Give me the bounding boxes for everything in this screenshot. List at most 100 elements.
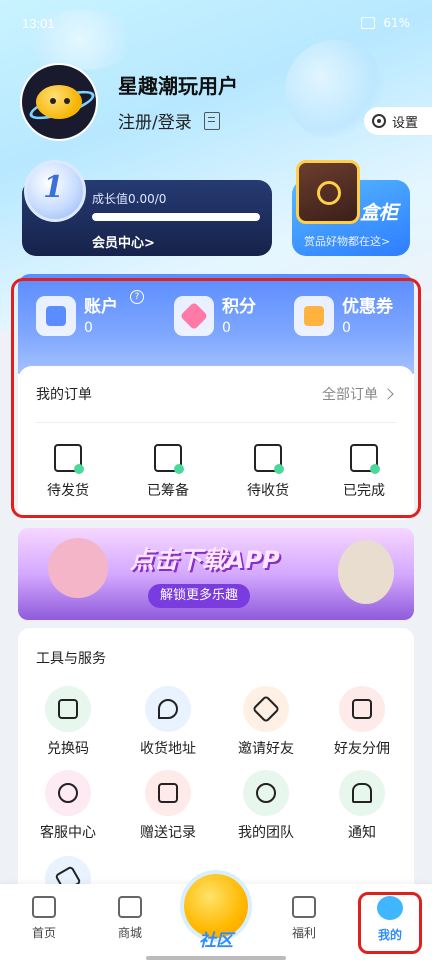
asset-label: 积分 — [222, 297, 256, 317]
shop-icon — [118, 896, 142, 918]
tool-redeem-code[interactable]: 兑换码 — [22, 686, 114, 758]
gift-heart-icon — [145, 770, 191, 816]
asset-value: 0 — [222, 320, 231, 336]
settings-button[interactable]: 设置 — [363, 107, 432, 135]
assets-summary: 账户 0 ? 积分 0 优惠券 0 — [18, 274, 414, 374]
settings-label: 设置 — [391, 115, 418, 131]
chevron-right-icon — [382, 388, 394, 400]
banner-subtitle: 解锁更多乐趣 — [148, 584, 251, 608]
tool-label: 赠送记录 — [140, 825, 196, 841]
avatar-planet — [36, 85, 82, 119]
team-icon — [243, 770, 289, 816]
wallet-icon — [339, 686, 385, 732]
bunny-figure — [338, 540, 394, 604]
tool-notifications[interactable]: 通知 — [316, 770, 408, 842]
safe-box-icon — [296, 160, 360, 224]
tab-shop[interactable]: 商城 — [100, 896, 160, 941]
order-pending-receipt[interactable]: 待收货 — [228, 444, 308, 500]
tool-customer-service[interactable]: 客服中心 — [22, 770, 114, 842]
box-icon — [254, 444, 284, 474]
download-app-banner[interactable]: 点击下载APP 解锁更多乐趣 — [18, 528, 414, 620]
tool-friend-commission[interactable]: 好友分佣 — [316, 686, 408, 758]
tab-label: 福利 — [291, 926, 316, 940]
copy-icon[interactable] — [203, 111, 220, 130]
orders-title: 我的订单 — [36, 387, 92, 403]
order-label: 待发货 — [47, 483, 89, 499]
bell-icon — [339, 770, 385, 816]
tools-title: 工具与服务 — [36, 651, 106, 667]
tab-me[interactable]: 我的 — [360, 896, 420, 943]
order-completed[interactable]: 已完成 — [324, 444, 404, 500]
tab-label: 我的 — [377, 928, 402, 942]
help-icon[interactable]: ? — [130, 290, 144, 304]
location-icon — [145, 686, 191, 732]
account-icon — [36, 296, 76, 336]
cabinet-subtitle: 赏品好物都在这> — [304, 235, 391, 248]
tool-label: 兑换码 — [47, 741, 89, 757]
tool-label: 通知 — [348, 825, 376, 841]
headset-icon — [45, 770, 91, 816]
tab-welfare[interactable]: 福利 — [274, 896, 334, 941]
coupon-icon — [294, 296, 334, 336]
asset-points[interactable]: 积分 0 — [174, 296, 256, 338]
home-icon — [32, 896, 56, 918]
tab-label: 商城 — [117, 926, 142, 940]
order-label: 已筹备 — [147, 483, 189, 499]
gift-icon — [292, 896, 316, 918]
asset-value: 0 — [84, 320, 93, 336]
bag-icon — [154, 444, 184, 474]
orders-section: 我的订单 全部订单 待发货 已筹备 待收货 已完成 — [18, 366, 414, 520]
order-label: 待收货 — [247, 483, 289, 499]
login-row[interactable]: 注册/登录 — [118, 108, 220, 133]
tool-label: 客服中心 — [40, 825, 96, 841]
growth-value: 成长值0.00/0 — [92, 192, 167, 206]
status-icons: 61% — [361, 16, 410, 30]
member-level-badge: 1 — [24, 160, 86, 222]
member-center-link[interactable]: 会员中心> — [92, 232, 155, 251]
avatar[interactable] — [22, 65, 96, 139]
tool-address[interactable]: 收货地址 — [122, 686, 214, 758]
tool-label: 我的团队 — [238, 825, 294, 841]
login-link[interactable]: 注册/登录 — [118, 108, 192, 133]
asset-account[interactable]: 账户 0 — [36, 296, 118, 338]
asset-label: 账户 — [84, 297, 118, 317]
tool-gift-records[interactable]: 赠送记录 — [122, 770, 214, 842]
battery-level: 61% — [383, 16, 410, 30]
member-level: 1 — [43, 170, 64, 205]
tab-label: 首页 — [31, 926, 56, 940]
home-indicator — [146, 956, 286, 960]
tab-home[interactable]: 首页 — [14, 896, 74, 941]
points-icon — [174, 296, 214, 336]
tool-label: 好友分佣 — [334, 741, 390, 757]
all-orders-label: 全部订单 — [322, 387, 378, 403]
all-orders-link[interactable]: 全部订单 — [322, 384, 394, 404]
avatar-eye — [50, 98, 56, 104]
order-pending-shipment[interactable]: 待发货 — [28, 444, 108, 500]
asset-label: 优惠券 — [342, 297, 393, 317]
asset-coupons[interactable]: 优惠券 0 — [294, 296, 393, 338]
status-time: 13:01 — [22, 16, 55, 31]
divider — [36, 422, 396, 423]
assets-card: 账户 0 ? 积分 0 优惠券 0 我的订单 全部订单 待发货 已筹备 待收货 … — [18, 274, 414, 520]
order-prepared[interactable]: 已筹备 — [128, 444, 208, 500]
asset-value: 0 — [342, 320, 351, 336]
redeem-code-icon — [45, 686, 91, 732]
gear-icon — [371, 114, 386, 128]
truck-icon — [54, 444, 84, 474]
me-icon — [377, 896, 403, 920]
avatar-eye — [64, 98, 70, 104]
tool-my-team[interactable]: 我的团队 — [220, 770, 312, 842]
doll-figure — [48, 538, 108, 598]
tab-community[interactable]: 社区 — [184, 926, 248, 951]
status-bar: 13:01 61% — [0, 0, 432, 48]
order-label: 已完成 — [343, 483, 385, 499]
signal-icon — [361, 17, 376, 29]
tool-label: 邀请好友 — [238, 741, 294, 757]
tool-label: 收货地址 — [140, 741, 196, 757]
handshake-icon — [243, 686, 289, 732]
username: 星趣潮玩用户 — [118, 74, 238, 98]
completed-icon — [350, 444, 380, 474]
cabinet-title: 盒柜 — [359, 202, 398, 224]
growth-progress-bar — [92, 213, 260, 221]
tool-invite-friends[interactable]: 邀请好友 — [220, 686, 312, 758]
